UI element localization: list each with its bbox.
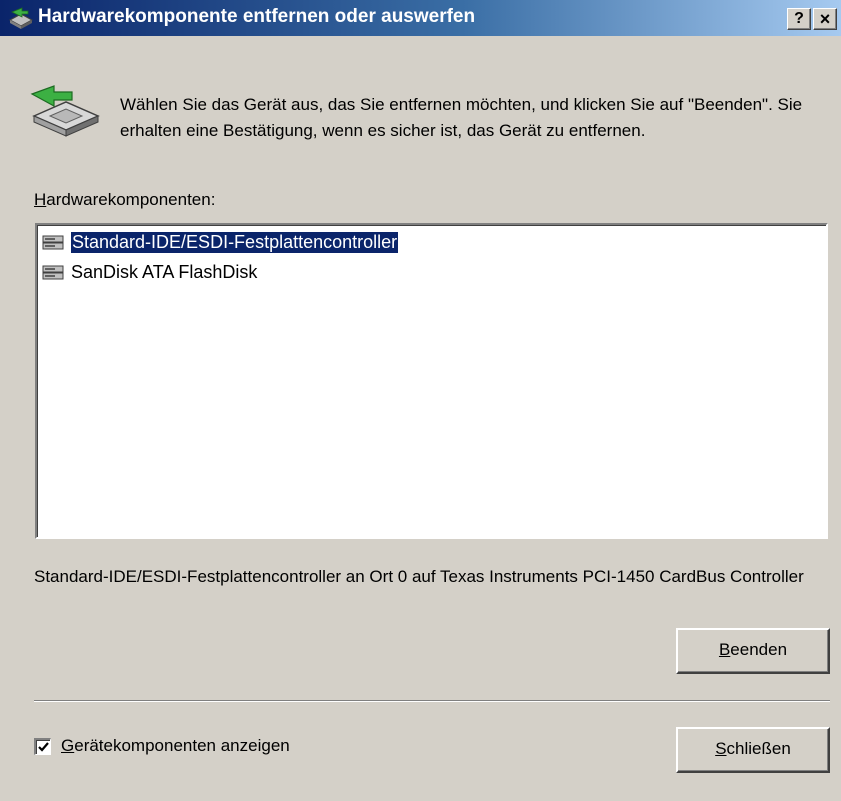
- hardware-label-rest: ardwarekomponenten:: [46, 190, 216, 209]
- stop-button[interactable]: Beenden: [676, 628, 830, 674]
- list-item[interactable]: SanDisk ATA FlashDisk: [41, 259, 257, 285]
- show-components-option[interactable]: Gerätekomponenten anzeigen: [34, 736, 290, 756]
- title-bar[interactable]: Hardwarekomponente entfernen oder auswer…: [0, 0, 841, 36]
- show-components-rest: erätekomponenten anzeigen: [74, 736, 290, 755]
- instructions-text: Wählen Sie das Gerät aus, das Sie entfer…: [120, 95, 803, 140]
- window-title: Hardwarekomponente entfernen oder auswer…: [38, 6, 476, 27]
- drive-icon: [42, 265, 64, 280]
- drive-icon: [42, 235, 64, 250]
- close-button[interactable]: Schließen: [676, 727, 830, 773]
- close-rest: chließen: [726, 739, 791, 758]
- help-button[interactable]: ?: [787, 8, 811, 30]
- show-components-checkbox[interactable]: [34, 737, 51, 755]
- close-icon[interactable]: ×: [813, 8, 837, 30]
- hardware-remove-large-icon: [30, 85, 100, 137]
- list-item[interactable]: Standard-IDE/ESDI-Festplattencontroller: [41, 229, 400, 255]
- hardware-remove-icon: [8, 7, 34, 29]
- device-label: SanDisk ATA FlashDisk: [71, 261, 258, 282]
- hardware-list-label: Hardwarekomponenten:: [34, 190, 215, 210]
- hardware-label-accel: H: [34, 190, 47, 209]
- show-components-label: Gerätekomponenten anzeigen: [61, 736, 290, 756]
- separator: [34, 700, 830, 702]
- device-location-text: Standard-IDE/ESDI-Festplattencontroller …: [34, 567, 804, 586]
- checkmark-icon: [38, 741, 49, 752]
- hardware-list[interactable]: Standard-IDE/ESDI-Festplattencontroller …: [35, 223, 828, 539]
- show-components-accel: G: [61, 736, 75, 755]
- close-accel: S: [715, 739, 727, 758]
- stop-accel: B: [718, 640, 731, 659]
- stop-rest: eenden: [730, 640, 788, 659]
- device-label: Standard-IDE/ESDI-Festplattencontroller: [69, 230, 400, 254]
